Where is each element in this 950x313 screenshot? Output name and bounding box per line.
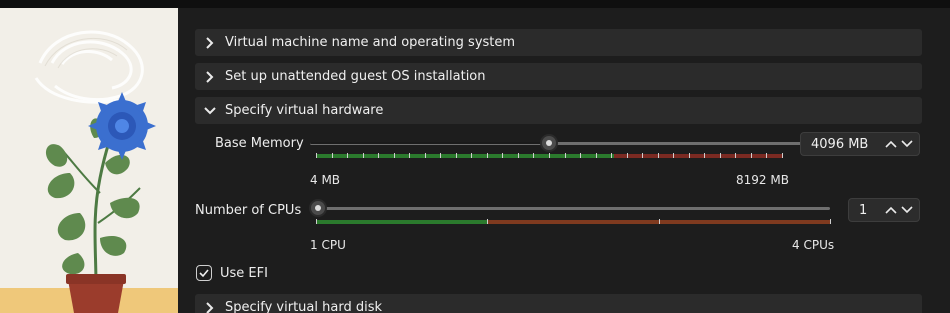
scale-tick (673, 153, 675, 158)
section-virtual-hardware[interactable]: Specify virtual hardware (195, 97, 922, 124)
scale-tick (688, 153, 690, 158)
use-efi-checkbox[interactable] (196, 265, 212, 281)
scale-tick (409, 153, 411, 158)
wizard-window: Virtual machine name and operating syste… (0, 0, 950, 313)
scale-tick (750, 153, 752, 158)
scale-tick (440, 153, 442, 158)
section-label: Virtual machine name and operating syste… (225, 35, 516, 50)
scale-tick (316, 219, 317, 224)
chevron-right-icon (195, 63, 225, 90)
scale-tick (704, 153, 706, 158)
scale-tick (595, 153, 597, 158)
wizard-illustration (0, 8, 178, 313)
scale-tick (564, 153, 566, 158)
section-label: Specify virtual hard disk (225, 300, 383, 313)
scale-tick (455, 153, 457, 158)
chevron-down-icon (195, 97, 225, 124)
scale-tick (486, 153, 488, 158)
scale-tick (549, 153, 550, 158)
scale-tick (393, 153, 395, 158)
memory-min-label: 4 MB (310, 173, 341, 187)
memory-max-label: 8192 MB (736, 173, 789, 187)
scale-tick (471, 153, 473, 158)
memory-slider-thumb[interactable] (540, 134, 558, 152)
scale-tick (362, 153, 364, 158)
scale-tick (502, 153, 504, 158)
chevron-up-icon[interactable] (885, 204, 897, 216)
scale-tick (830, 219, 831, 224)
scale-tick (782, 153, 783, 158)
wizard-content: Virtual machine name and operating syste… (178, 8, 950, 313)
scale-tick (580, 153, 582, 158)
section-label: Specify virtual hardware (225, 103, 384, 118)
memory-value: 4096 MB (811, 136, 869, 152)
scale-tick (719, 153, 721, 158)
chevron-right-icon (195, 294, 225, 313)
base-memory-label: Base Memory (215, 136, 304, 151)
scale-tick (642, 153, 644, 158)
cpu-value: 1 (859, 202, 868, 218)
scale-tick (487, 219, 489, 224)
memory-slider-fill (310, 142, 550, 144)
scale-tick (424, 153, 426, 158)
scale-tick (626, 153, 628, 158)
plant-illustration (0, 8, 178, 313)
memory-scale-red (614, 154, 782, 158)
memory-spinbox[interactable]: 4096 MB (800, 132, 920, 156)
scale-tick (657, 153, 659, 158)
scale-tick (316, 153, 317, 158)
scale-tick (331, 153, 333, 158)
scale-tick (611, 153, 613, 158)
cpu-spinbox[interactable]: 1 (848, 198, 920, 222)
chevron-right-icon (195, 29, 225, 56)
use-efi-label: Use EFI (220, 266, 268, 281)
scale-tick (378, 153, 380, 158)
cpu-slider-track[interactable] (310, 207, 830, 210)
cpu-max-label: 4 CPUs (792, 238, 835, 252)
cpu-scale-green (316, 220, 488, 224)
cpu-count-label: Number of CPUs (195, 203, 302, 218)
scale-tick (517, 153, 519, 158)
checkmark-icon (199, 269, 209, 278)
section-unattended-install[interactable]: Set up unattended guest OS installation (195, 63, 922, 90)
section-virtual-hard-disk[interactable]: Specify virtual hard disk (195, 294, 922, 313)
scale-tick (766, 153, 768, 158)
title-bar-strip (0, 0, 950, 8)
section-vm-name-os[interactable]: Virtual machine name and operating syste… (195, 29, 922, 56)
cpu-slider-thumb[interactable] (309, 199, 327, 217)
cpu-spin-buttons (885, 204, 919, 216)
memory-spin-buttons (885, 138, 919, 150)
section-label: Set up unattended guest OS installation (225, 69, 486, 84)
chevron-down-icon[interactable] (901, 204, 913, 216)
chevron-down-icon[interactable] (901, 138, 913, 150)
scale-tick (658, 219, 660, 224)
cpu-min-label: 1 CPU (310, 238, 346, 252)
memory-scale-green (316, 154, 614, 158)
cpu-scale (316, 220, 830, 224)
scale-tick (533, 153, 535, 158)
scale-tick (347, 153, 349, 158)
chevron-up-icon[interactable] (885, 138, 897, 150)
scale-tick (735, 153, 737, 158)
